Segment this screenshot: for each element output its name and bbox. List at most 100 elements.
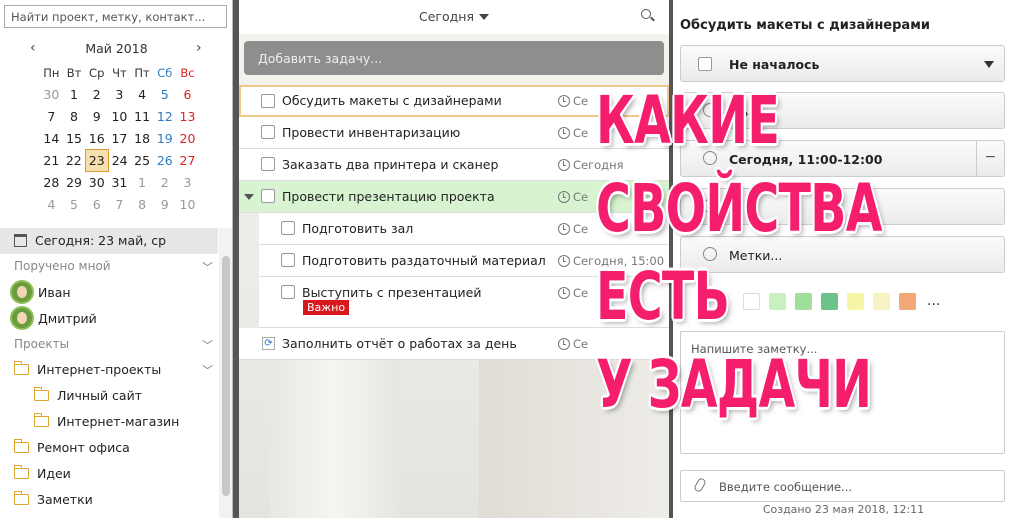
calendar-day[interactable]: 29	[63, 171, 86, 193]
color-swatch[interactable]	[769, 293, 786, 310]
calendar-day[interactable]: 2	[153, 171, 176, 193]
calendar-day[interactable]: 1	[131, 171, 154, 193]
status-checkbox[interactable]	[698, 57, 712, 71]
note-field[interactable]: Напишите заметку...	[680, 331, 1005, 454]
calendar-day[interactable]: 8	[131, 193, 154, 215]
calendar-day[interactable]: 4	[40, 193, 63, 215]
expand-icon[interactable]	[244, 194, 254, 200]
dropdown-icon	[984, 61, 994, 68]
project-item[interactable]: Интернет-проекты	[13, 361, 161, 377]
calendar-day[interactable]: 24	[108, 150, 131, 172]
calendar-day[interactable]: 7	[108, 193, 131, 215]
calendar-day[interactable]: 3	[176, 171, 199, 193]
calendar-day[interactable]: 2	[85, 84, 108, 106]
calendar-day[interactable]: 13	[176, 106, 199, 128]
calendar-day[interactable]: 25	[131, 150, 154, 172]
calendar-day[interactable]: 20	[176, 128, 199, 150]
calendar-day[interactable]: 6	[85, 193, 108, 215]
task-row[interactable]: Обсудить макеты с дизайнерами Се	[239, 85, 669, 117]
person-item[interactable]: Иван	[38, 285, 71, 300]
calendar-day[interactable]: 18	[131, 128, 154, 150]
calendar-day[interactable]: 3	[108, 84, 131, 106]
projects-section-header[interactable]: Проекты ﹀	[14, 337, 213, 352]
task-row[interactable]: Заказать два принтера и сканер Сегодня	[239, 149, 669, 181]
search-input[interactable]: Найти проект, метку, контакт...	[4, 5, 227, 28]
calendar-day[interactable]: 12	[153, 106, 176, 128]
task-row[interactable]: Провести инвентаризацию Се	[239, 117, 669, 149]
task-checkbox[interactable]	[261, 125, 275, 139]
task-detail-title[interactable]: Обсудить макеты с дизайнерами	[680, 18, 930, 33]
task-checkbox[interactable]	[281, 221, 295, 235]
project-item[interactable]: Личный сайт	[33, 387, 142, 403]
calendar-day[interactable]: 4	[131, 84, 154, 106]
task-checkbox[interactable]	[261, 157, 275, 171]
calendar-day[interactable]: 10	[108, 106, 131, 128]
scrollbar-thumb[interactable]	[222, 256, 230, 496]
schedule-field[interactable]: Сегодня, 11:00-12:00 −	[680, 140, 1005, 177]
person-item[interactable]: Дмитрий	[38, 311, 97, 326]
color-swatch[interactable]	[899, 293, 916, 310]
calendar-day[interactable]: 28	[40, 171, 63, 193]
today-item[interactable]: Сегодня: 23 май, ср	[0, 228, 218, 254]
paperclip-icon[interactable]	[693, 476, 707, 494]
add-task-input[interactable]: Добавить задачу...	[244, 41, 664, 75]
task-checkbox[interactable]	[281, 253, 295, 267]
project-item[interactable]: Заметки	[13, 491, 93, 507]
message-placeholder: Введите сообщение...	[719, 480, 853, 494]
task-row[interactable]: ⟳ Заполнить отчёт о работах за день Се	[239, 328, 669, 360]
calendar-day[interactable]: 15	[63, 128, 86, 150]
calendar-day[interactable]: 27	[176, 150, 199, 172]
calendar-day[interactable]: 30	[40, 84, 63, 106]
assignee-field[interactable]: ...ь...	[680, 92, 1005, 129]
calendar-day[interactable]: 30	[85, 171, 108, 193]
message-input[interactable]: Введите сообщение...	[680, 470, 1005, 502]
task-checkbox[interactable]	[281, 285, 295, 299]
calendar-day[interactable]: 14	[40, 128, 63, 150]
calendar-day[interactable]: 8	[63, 106, 86, 128]
next-month-icon[interactable]: ›	[196, 40, 202, 56]
calendar-day[interactable]: 7	[40, 106, 63, 128]
task-row[interactable]: Провести презентацию проекта Се	[239, 181, 669, 213]
task-checkbox[interactable]	[261, 189, 275, 203]
schedule-label: Сегодня, 11:00-12:00	[729, 152, 883, 167]
project-item[interactable]: Идеи	[13, 465, 71, 481]
calendar-day[interactable]: 1	[63, 84, 86, 106]
color-swatch[interactable]	[847, 293, 864, 310]
calendar-day[interactable]: 22	[63, 150, 86, 172]
tags-field[interactable]: Метки...	[680, 236, 1005, 273]
chevron-down-icon[interactable]: ﹀	[202, 362, 213, 378]
project-field[interactable]: ...	[680, 188, 1005, 225]
calendar-day[interactable]: 26	[153, 150, 176, 172]
project-item[interactable]: Интернет-магазин	[33, 413, 179, 429]
remove-schedule-button[interactable]: −	[976, 141, 1004, 176]
calendar-day[interactable]: 5	[153, 84, 176, 106]
calendar-day[interactable]: 5	[63, 193, 86, 215]
color-swatch[interactable]	[795, 293, 812, 310]
project-label: Личный сайт	[57, 388, 142, 403]
task-title: Подготовить зал	[302, 221, 414, 236]
calendar-day[interactable]: 21	[40, 150, 63, 172]
view-selector[interactable]: Сегодня	[239, 9, 669, 24]
calendar-day[interactable]: 19	[153, 128, 176, 150]
calendar-day-today[interactable]: 23	[84, 149, 109, 172]
more-colors-button[interactable]: ...	[927, 293, 940, 309]
calendar-day[interactable]: 17	[108, 128, 131, 150]
sidebar-scrollbar[interactable]	[219, 228, 232, 518]
calendar-day[interactable]: 10	[176, 193, 199, 215]
calendar-day[interactable]: 16	[85, 128, 108, 150]
color-swatch[interactable]	[873, 293, 890, 310]
calendar-day[interactable]: 6	[176, 84, 199, 106]
project-item[interactable]: Ремонт офиса	[13, 439, 130, 455]
subtask-row[interactable]: Подготовить зал Се	[259, 213, 669, 245]
status-select[interactable]: Не началось	[680, 45, 1005, 82]
calendar-day[interactable]: 9	[85, 106, 108, 128]
search-icon[interactable]	[641, 9, 651, 19]
color-swatch[interactable]	[743, 293, 760, 310]
subtask-row[interactable]: Подготовить раздаточный материал Сегодня…	[259, 245, 669, 277]
assigned-section-header[interactable]: Поручено мной ﹀	[14, 259, 213, 274]
calendar-day[interactable]: 9	[153, 193, 176, 215]
color-swatch[interactable]	[821, 293, 838, 310]
task-checkbox[interactable]	[261, 94, 275, 108]
calendar-day[interactable]: 31	[108, 171, 131, 193]
calendar-day[interactable]: 11	[131, 106, 154, 128]
